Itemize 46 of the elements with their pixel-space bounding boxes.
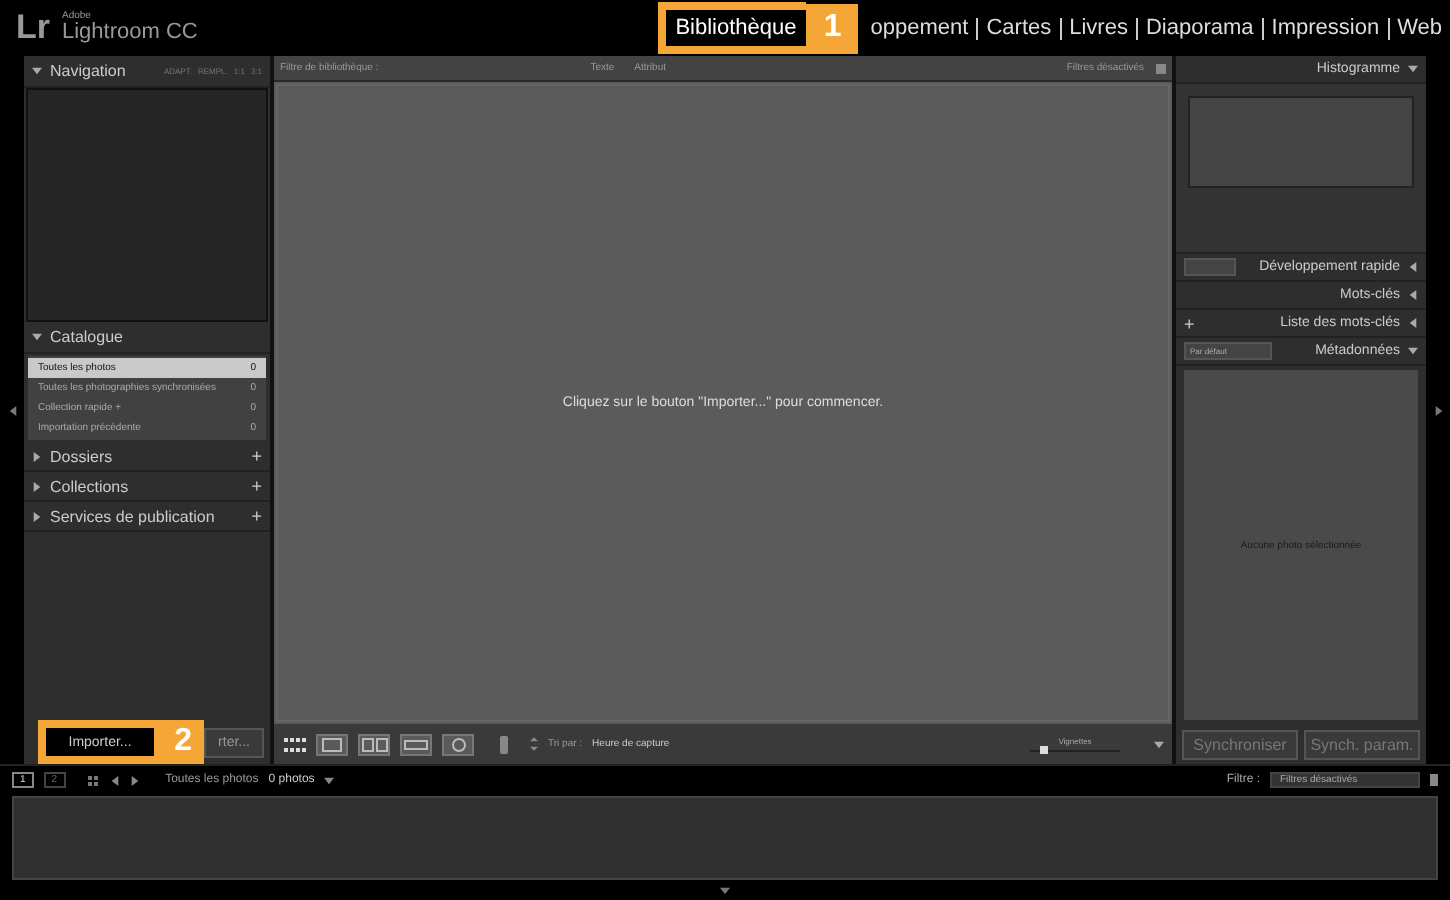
lock-icon[interactable] — [1156, 63, 1166, 73]
panel-title: Dossiers — [50, 447, 113, 465]
caret-icon[interactable] — [324, 775, 335, 785]
module-tab[interactable]: Diaporama — [1145, 16, 1254, 40]
grid-view-icon[interactable] — [282, 735, 306, 753]
expand-triangle-icon[interactable] — [32, 66, 42, 76]
collapsed-triangle-icon[interactable] — [32, 451, 42, 461]
collapsed-triangle-icon[interactable] — [1408, 318, 1418, 328]
add-button[interactable]: + — [251, 446, 262, 466]
module-tab[interactable]: Impression — [1271, 16, 1380, 40]
people-view-icon[interactable] — [442, 733, 474, 755]
grid-icon[interactable] — [87, 775, 100, 785]
sort-direction-icon[interactable] — [530, 736, 538, 752]
module-tab[interactable]: Livres — [1069, 16, 1128, 40]
collapse-bottom-icon[interactable] — [720, 886, 730, 896]
expand-triangle-icon[interactable] — [32, 332, 42, 342]
back-arrow-icon[interactable] — [109, 775, 120, 785]
toolbar-menu-icon[interactable] — [1154, 739, 1164, 749]
collapse-left-icon[interactable] — [7, 405, 17, 415]
slider-thumb[interactable] — [1039, 746, 1048, 754]
survey-view-icon[interactable] — [400, 733, 432, 755]
loupe-view-icon[interactable] — [316, 733, 348, 755]
module-tab[interactable]: Web — [1397, 16, 1442, 40]
collapsed-triangle-icon[interactable] — [32, 481, 42, 491]
app-logo: Lr — [16, 8, 50, 48]
callout-badge: 2 — [162, 720, 205, 764]
add-button[interactable]: + — [251, 476, 262, 496]
collapsed-triangle-icon[interactable] — [1408, 262, 1418, 272]
collapsed-triangle-icon[interactable] — [1408, 290, 1418, 300]
module-tab[interactable]: Cartes — [986, 16, 1052, 40]
forward-arrow-icon[interactable] — [129, 775, 140, 785]
expand-triangle-icon[interactable] — [1408, 346, 1418, 356]
callout-badge: 1 — [806, 3, 859, 53]
collapsed-triangle-icon[interactable] — [32, 511, 42, 521]
module-tab[interactable]: Bibliothèque — [657, 2, 807, 54]
app-name: Lightroom CC — [62, 22, 198, 44]
module-tab[interactable]: oppement — [870, 16, 969, 40]
collapse-right-icon[interactable] — [1433, 405, 1443, 415]
panel-title: Catalogue — [50, 328, 123, 346]
panel-title: Navigation — [50, 62, 126, 80]
add-button[interactable]: + — [251, 506, 262, 526]
panel-title: Collections — [50, 477, 129, 495]
add-button[interactable]: + — [1184, 313, 1195, 333]
compare-view-icon[interactable] — [358, 733, 390, 755]
panel-title: Services de publication — [50, 507, 215, 525]
expand-triangle-icon[interactable] — [1408, 64, 1418, 74]
